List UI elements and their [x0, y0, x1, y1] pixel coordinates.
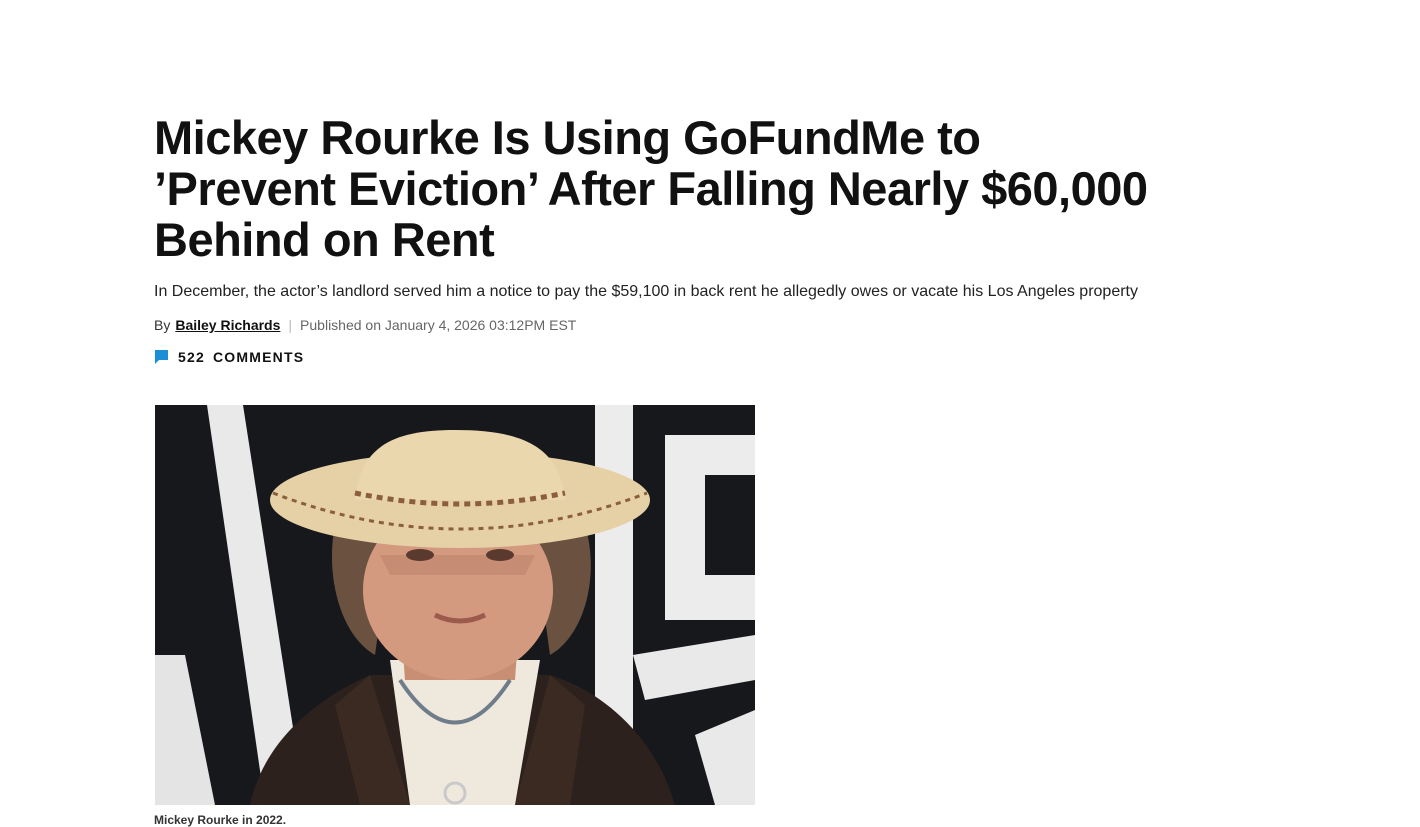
comments-label: COMMENTS — [212, 349, 305, 365]
image-caption: Mickey Rourke in 2022. — [154, 813, 287, 827]
hero-image — [155, 405, 755, 805]
comments-count: 522 — [178, 349, 205, 365]
byline: By Bailey Richards | Published on Januar… — [154, 315, 1164, 335]
comment-bubble-icon — [155, 350, 168, 364]
article-header: Mickey Rourke Is Using GoFundMe to ’Prev… — [154, 112, 1164, 370]
hero-photo — [155, 405, 755, 805]
article-headline: Mickey Rourke Is Using GoFundMe to ’Prev… — [154, 111, 1148, 266]
comments-button[interactable]: 522 COMMENTS — [154, 349, 304, 365]
byline-separator: | — [288, 317, 293, 333]
article-dek: In December, the actor’s landlord served… — [154, 283, 1138, 300]
article-page: Mickey Rourke Is Using GoFundMe to ’Prev… — [0, 0, 1420, 827]
byline-prefix: By — [154, 317, 171, 333]
author-link[interactable]: Bailey Richards — [175, 315, 280, 335]
publish-date: Published on January 4, 2026 03:12PM EST — [300, 317, 577, 333]
